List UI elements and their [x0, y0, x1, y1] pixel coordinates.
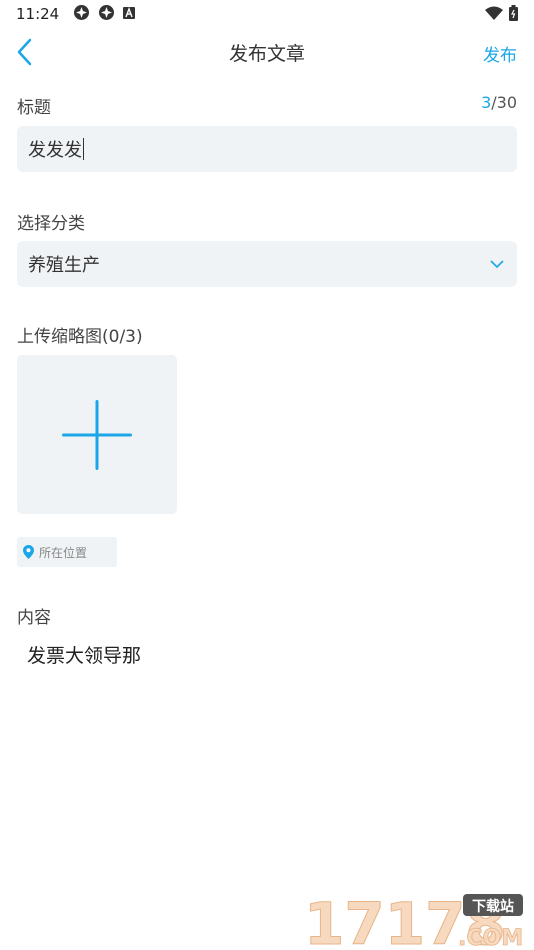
category-selected-value: 养殖生产 [28, 255, 100, 276]
location-pin-icon [23, 545, 34, 559]
content-textarea[interactable]: 发票大领导那 [27, 641, 141, 668]
location-label: 所在位置 [39, 545, 88, 560]
publish-button[interactable]: 发布 [483, 41, 517, 66]
wifi-icon [485, 6, 503, 24]
sync-icon [73, 4, 90, 25]
watermark-badge: 下载站 [472, 898, 514, 915]
app-notification-icon [123, 5, 136, 23]
title-char-counter: 3/30 [481, 93, 517, 112]
status-bar: 11:24 [0, 0, 534, 28]
plus-icon [62, 400, 132, 470]
thumbnail-label: 上传缩略图(0/3) [17, 327, 143, 347]
text-cursor [83, 138, 84, 160]
page-title: 发布文章 [228, 42, 305, 65]
status-right-icons [485, 5, 518, 25]
site-watermark: 17178 下载站 .COM [300, 888, 530, 950]
watermark-domain: .COM [458, 926, 523, 948]
add-thumbnail-button[interactable] [17, 355, 177, 514]
title-count-max: /30 [491, 93, 517, 112]
sync-icon [98, 4, 115, 25]
category-select[interactable]: 养殖生产 [17, 241, 517, 287]
chevron-left-icon [17, 38, 32, 66]
content-label: 内容 [17, 608, 51, 628]
title-input[interactable]: 发发发 [17, 126, 517, 172]
battery-icon [509, 5, 518, 25]
title-count-current: 3 [481, 93, 492, 112]
title-label: 标题 [17, 98, 51, 118]
app-header: 发布文章 发布 [0, 28, 534, 76]
chevron-down-icon [490, 260, 504, 269]
publish-article-screen: 11:24 发布文章 发布 标题 3/30 发发发 选择分类 养殖生产 上传缩略… [0, 0, 534, 950]
title-input-value: 发发发 [28, 140, 82, 161]
back-button[interactable] [14, 38, 38, 66]
status-time: 11:24 [16, 5, 60, 23]
category-label: 选择分类 [17, 214, 85, 234]
location-button[interactable]: 所在位置 [17, 537, 117, 567]
